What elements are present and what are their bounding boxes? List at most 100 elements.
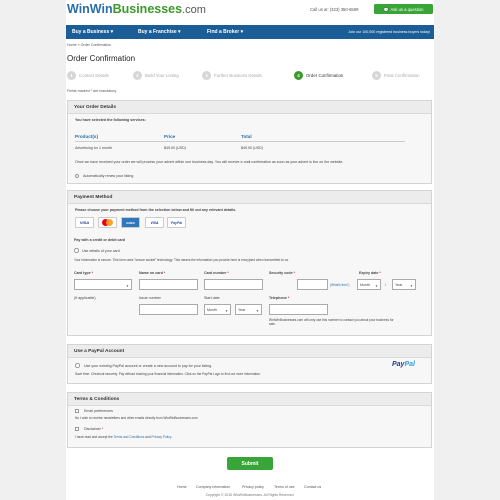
- logo-part-3: .com: [182, 4, 206, 16]
- breadcrumb-current: Order Confirmation: [80, 43, 112, 47]
- logo-part-2: Businesses: [112, 2, 183, 16]
- step-label: Build Your Listing: [145, 72, 179, 78]
- step-2: 2 Build Your Listing: [133, 70, 179, 80]
- label-text: Security code: [269, 271, 293, 275]
- paypal-note: Save time. Checkout securely. Pay withou…: [75, 372, 261, 376]
- paypal-radio[interactable]: [75, 363, 80, 368]
- use-card-radio[interactable]: [74, 248, 79, 253]
- breadcrumb-separator: »: [77, 43, 80, 47]
- auto-renew-checkbox[interactable]: [75, 173, 79, 178]
- step-label: Contact Details: [79, 72, 109, 78]
- col-price: Price: [164, 134, 176, 139]
- required-star: *: [91, 271, 93, 275]
- terms-heading: Terms & Conditions: [68, 393, 431, 406]
- paypal-option-label: Use your existing PayPal account or crea…: [84, 363, 213, 368]
- label-text: Telephone: [269, 296, 287, 300]
- amex-card-icon[interactable]: AMEX: [121, 217, 140, 228]
- security-code-input[interactable]: [297, 279, 328, 290]
- required-star: *: [163, 271, 166, 275]
- start-month-select[interactable]: Month ▼: [204, 304, 231, 315]
- mastercard-icon[interactable]: [98, 217, 117, 228]
- terms-prefix: I have read and accept the: [75, 435, 114, 439]
- required-star: *: [101, 427, 104, 431]
- step-5: 5 Final Confirmation: [372, 70, 420, 80]
- name-on-card-input[interactable]: [139, 279, 198, 290]
- label-text: Card type: [74, 271, 91, 275]
- select-value: Month: [360, 282, 370, 287]
- step-number: 5: [372, 70, 381, 80]
- row-price: $49.00 (USD): [164, 146, 186, 150]
- site-logo[interactable]: WinWinBusinesses.com: [67, 2, 206, 16]
- disclaimer-label: Disclaimer *: [84, 427, 103, 431]
- issue-number-input[interactable]: [139, 304, 198, 315]
- card-type-label: Card type *: [74, 271, 93, 275]
- footer-home[interactable]: Home: [177, 485, 187, 489]
- chat-bubble-icon: 💬: [383, 6, 389, 12]
- step-3: 3 Further Business Details: [202, 70, 262, 80]
- divider: [75, 141, 405, 142]
- whats-this-link[interactable]: (What's this?): [330, 283, 349, 287]
- issue-number-label: Issue number: [139, 296, 161, 300]
- email-pref-label: Email preferences: [84, 409, 113, 413]
- submit-button[interactable]: Submit: [227, 457, 273, 470]
- expiry-date-label: Expiry date *: [359, 271, 381, 275]
- terms-period: .: [171, 435, 172, 439]
- visa-card-icon[interactable]: VISA: [75, 217, 94, 228]
- chevron-down-icon: ▼: [126, 283, 129, 288]
- paypal-card-icon[interactable]: PayPal: [167, 217, 186, 228]
- use-card-label: Use details of your card: [82, 248, 120, 253]
- footer-company-info[interactable]: Company information: [196, 485, 230, 489]
- email-pref-note: No I wish to receive newsletters and oth…: [75, 416, 198, 420]
- expiry-year-select[interactable]: Year ▼: [392, 279, 416, 290]
- required-note: Fields marked * are mandatory.: [67, 89, 117, 93]
- required-star: *: [287, 296, 290, 300]
- nav-buy-franchise[interactable]: Buy a Franchise ▾: [138, 25, 181, 39]
- page-title: Order Confirmation: [67, 54, 136, 63]
- if-applicable-label: (If applicable): [74, 296, 96, 300]
- start-year-select[interactable]: Year ▼: [235, 304, 262, 315]
- card-number-input[interactable]: [204, 279, 263, 290]
- step-label: Further Business Details: [214, 72, 262, 78]
- step-number: 3: [202, 70, 211, 80]
- required-star: *: [293, 271, 295, 275]
- paypal-logo[interactable]: PayPal: [392, 361, 415, 368]
- expiry-separator: /: [385, 283, 386, 287]
- select-value: Month: [207, 307, 217, 312]
- privacy-link[interactable]: Privacy Policy: [152, 435, 172, 439]
- row-total: $49.00 (USD): [241, 146, 263, 150]
- payment-method-heading: Payment Method: [68, 191, 431, 204]
- expiry-month-select[interactable]: Month ▼: [357, 279, 381, 290]
- nav-buy-business[interactable]: Buy a Business ▾: [72, 25, 113, 39]
- row-product: Advertising for 1 month: [75, 146, 112, 150]
- visa-electron-icon[interactable]: VISA: [145, 217, 164, 228]
- copyright: Copyright © 2015 WinWinBusinesses. All R…: [205, 493, 295, 497]
- email-pref-checkbox[interactable]: [75, 409, 79, 413]
- secure-note: Your information is secure. This form us…: [74, 258, 289, 262]
- paypal-heading: Use a PayPal Account: [68, 345, 431, 358]
- ask-question-label: Ask us a question: [390, 6, 424, 12]
- card-number-label: Card number *: [204, 271, 229, 275]
- nav-join-text[interactable]: Join our 100,000 registered business buy…: [348, 25, 430, 39]
- footer-terms[interactable]: Terms of use: [274, 485, 295, 489]
- terms-link[interactable]: Terms and Conditions: [114, 435, 145, 439]
- chevron-down-icon: ▼: [410, 283, 413, 288]
- disclaimer-checkbox[interactable]: [75, 427, 79, 431]
- step-number: 2: [133, 70, 142, 80]
- chevron-down-icon: ▼: [256, 308, 259, 313]
- col-product: Product(s): [75, 134, 98, 139]
- footer-contact[interactable]: Contact us: [304, 485, 321, 489]
- phone-note: WinWinBusinesses.com will only use this …: [269, 318, 394, 327]
- telephone-input[interactable]: [269, 304, 328, 315]
- footer-privacy[interactable]: Privacy policy: [242, 485, 264, 489]
- page-container: WinWinBusinesses.com Call us at: (323) 3…: [66, 0, 434, 500]
- select-value: Year: [238, 307, 246, 312]
- card-type-select[interactable]: ▼: [74, 279, 132, 290]
- label-text: Disclaimer: [84, 427, 101, 431]
- nav-find-broker[interactable]: Find a Broker ▾: [207, 25, 243, 39]
- breadcrumb-home[interactable]: Home: [67, 43, 77, 47]
- step-number: 1: [67, 70, 76, 80]
- start-date-label: Start date: [204, 296, 220, 300]
- required-star: *: [379, 271, 381, 275]
- telephone-label: Telephone *: [269, 296, 289, 300]
- ask-question-button[interactable]: 💬 Ask us a question: [374, 4, 433, 14]
